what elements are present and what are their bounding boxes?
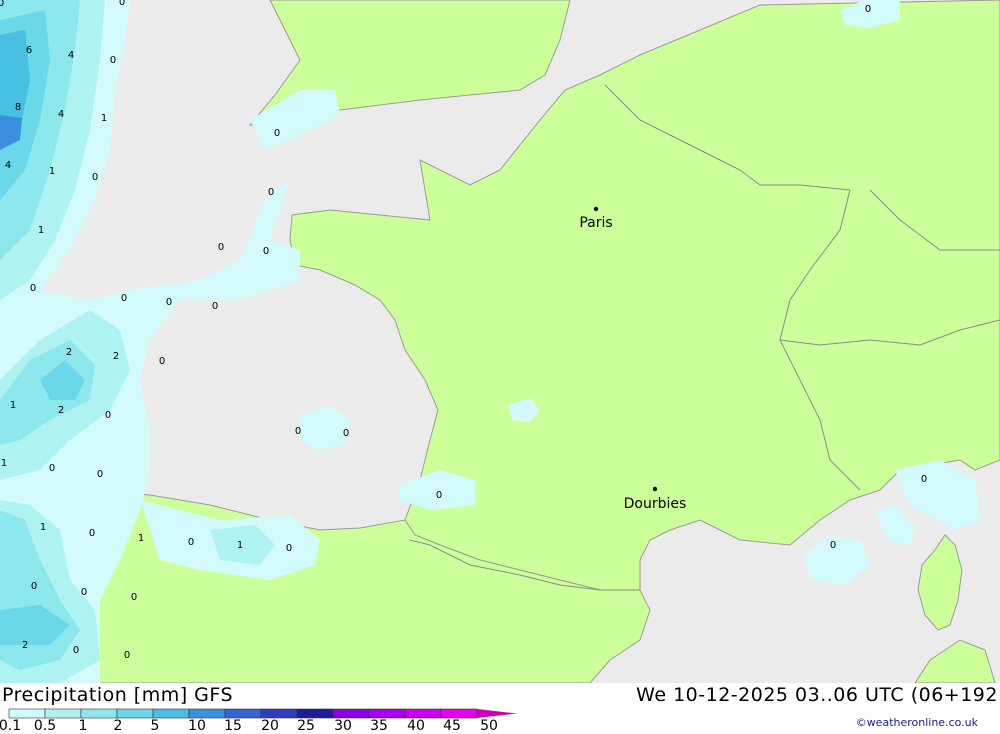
city-label-dourbies: Dourbies xyxy=(624,496,687,512)
value-label: 0 xyxy=(81,587,87,598)
value-label: 0 xyxy=(212,301,218,312)
legend-swatch xyxy=(368,708,406,719)
value-label: 6 xyxy=(26,45,32,56)
value-label: 0 xyxy=(166,297,172,308)
legend-swatch xyxy=(80,708,118,719)
value-label: 1 xyxy=(40,522,46,533)
value-label: 0 xyxy=(49,463,55,474)
legend-swatch xyxy=(260,708,298,719)
legend-label: 35 xyxy=(370,718,388,734)
legend-swatch xyxy=(332,708,370,719)
legend-swatch xyxy=(404,708,442,719)
value-label: 0 xyxy=(97,469,103,480)
value-label: 4 xyxy=(68,50,74,61)
legend-swatch xyxy=(8,708,46,719)
map-footer: Precipitation [mm] GFS We 10-12-2025 03.… xyxy=(0,683,1000,734)
legend-label: 25 xyxy=(297,718,315,734)
value-label: 2 xyxy=(113,351,119,362)
value-label: 1 xyxy=(1,458,7,469)
legend-label: 15 xyxy=(224,718,242,734)
valid-time: We 10-12-2025 03..06 UTC (06+192 xyxy=(636,684,998,706)
value-label: 0 xyxy=(0,0,4,9)
legend-swatch xyxy=(152,708,190,719)
legend-arrow xyxy=(477,709,517,718)
value-label: 2 xyxy=(58,405,64,416)
legend-label: 45 xyxy=(443,718,461,734)
legend-swatch xyxy=(188,708,226,719)
value-label: 0 xyxy=(274,128,280,139)
value-label: 0 xyxy=(31,581,37,592)
legend-label: 40 xyxy=(407,718,425,734)
credit-link[interactable]: ©weatheronline.co.uk xyxy=(856,716,978,729)
value-label: 0 xyxy=(121,293,127,304)
precipitation-map: Paris Dourbies 0 6 4 0 8 4 1 4 1 0 1 0 0… xyxy=(0,0,1000,683)
legend-label: 5 xyxy=(150,718,160,734)
legend-label: 30 xyxy=(334,718,352,734)
value-label: 0 xyxy=(295,426,301,437)
city-marker-dourbies xyxy=(652,486,658,492)
value-label: 1 xyxy=(237,540,243,551)
city-marker-paris xyxy=(593,206,599,212)
legend-swatch xyxy=(296,708,334,719)
legend-label: 10 xyxy=(188,718,206,734)
value-label: 0 xyxy=(89,528,95,539)
legend-swatch xyxy=(116,708,154,719)
value-label: 0 xyxy=(188,537,194,548)
legend-label: 20 xyxy=(261,718,279,734)
value-label: 1 xyxy=(10,400,16,411)
value-label: 8 xyxy=(15,102,21,113)
legend-swatch xyxy=(224,708,262,719)
legend-label: 50 xyxy=(480,718,498,734)
value-label: 0 xyxy=(436,490,442,501)
value-label: 0 xyxy=(286,543,292,554)
value-label: 2 xyxy=(66,347,72,358)
value-label: 1 xyxy=(49,166,55,177)
value-label: 0 xyxy=(921,474,927,485)
value-label: 1 xyxy=(101,113,107,124)
value-label: 0 xyxy=(343,428,349,439)
value-label: 1 xyxy=(38,225,44,236)
value-label: 0 xyxy=(30,283,36,294)
value-label: 0 xyxy=(92,172,98,183)
value-label: 0 xyxy=(73,645,79,656)
city-label-paris: Paris xyxy=(579,215,612,231)
value-label: 0 xyxy=(159,356,165,367)
legend-swatch xyxy=(440,708,478,719)
value-label: 0 xyxy=(830,540,836,551)
value-label: 1 xyxy=(138,533,144,544)
legend-label: 2 xyxy=(113,718,123,734)
map-title: Precipitation [mm] GFS xyxy=(2,684,234,706)
value-label: 0 xyxy=(268,187,274,198)
value-label: 0 xyxy=(119,0,125,8)
legend-label: 0.1 xyxy=(0,718,22,734)
value-label: 0 xyxy=(105,410,111,421)
value-label: 4 xyxy=(5,160,11,171)
legend-label: 1 xyxy=(78,718,88,734)
legend-label: 0.5 xyxy=(33,718,57,734)
value-label: 0 xyxy=(131,592,137,603)
value-label: 0 xyxy=(263,246,269,257)
value-label: 0 xyxy=(218,242,224,253)
legend-swatch xyxy=(44,708,82,719)
value-label: 0 xyxy=(110,55,116,66)
value-label: 4 xyxy=(58,109,64,120)
value-label: 2 xyxy=(22,640,28,651)
value-label: 0 xyxy=(865,4,871,15)
value-label: 0 xyxy=(124,650,130,661)
